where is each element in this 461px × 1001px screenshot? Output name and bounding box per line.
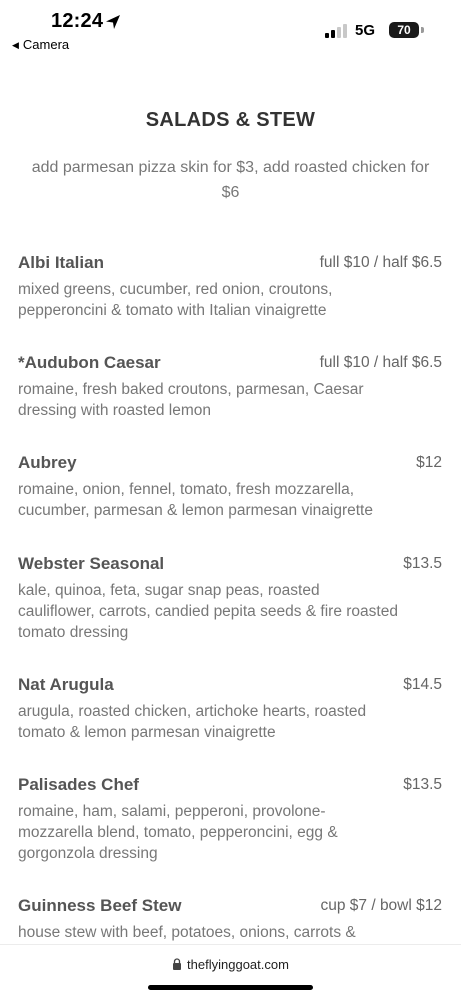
menu-item-description: mixed greens, cucumber, red onion, crout… bbox=[18, 281, 333, 319]
menu-item-price: $13.5 bbox=[403, 555, 442, 572]
home-indicator[interactable] bbox=[148, 985, 313, 990]
menu-item-price: full $10 / half $6.5 bbox=[319, 354, 442, 371]
menu-item-description: house stew with beef, potatoes, onions, … bbox=[18, 924, 356, 941]
location-arrow-icon bbox=[106, 15, 120, 29]
menu-item-name: *Audubon Caesar bbox=[18, 353, 161, 372]
battery-tip bbox=[421, 27, 424, 33]
back-triangle-icon: ◀ bbox=[12, 40, 19, 50]
menu-item-description: romaine, ham, salami, pepperoni, provolo… bbox=[18, 803, 338, 862]
network-type: 5G bbox=[355, 22, 376, 39]
section-title: SALADS & STEW bbox=[145, 109, 316, 131]
menu-item-name: Aubrey bbox=[18, 453, 77, 472]
menu-item-name: Palisades Chef bbox=[18, 775, 139, 794]
status-bar: 12:24 ◀ Camera 5G 70 bbox=[0, 0, 461, 56]
menu-item-description: arugula, roasted chicken, artichoke hear… bbox=[18, 703, 367, 741]
back-app-label: Camera bbox=[22, 37, 70, 52]
menu-item-price: $12 bbox=[416, 454, 442, 471]
menu-item-name: Nat Arugula bbox=[18, 675, 114, 694]
battery-level: 70 bbox=[397, 23, 411, 37]
menu-item-price: full $10 / half $6.5 bbox=[319, 254, 442, 271]
menu-item-description: romaine, onion, fennel, tomato, fresh mo… bbox=[18, 481, 373, 519]
clock-time: 12:24 bbox=[51, 10, 104, 32]
menu-item-name: Webster Seasonal bbox=[18, 554, 165, 573]
url-text: theflyinggoat.com bbox=[187, 957, 289, 972]
address-bar[interactable]: theflyinggoat.com bbox=[0, 957, 461, 972]
menu-item-description: kale, quinoa, feta, sugar snap peas, roa… bbox=[18, 582, 398, 641]
cellular-signal-icon bbox=[325, 24, 347, 38]
menu-item-price: $14.5 bbox=[403, 676, 442, 693]
battery-icon: 70 bbox=[389, 22, 419, 38]
menu-item-price: cup $7 / bowl $12 bbox=[320, 897, 442, 914]
lock-icon bbox=[173, 958, 182, 970]
browser-bottom-bar bbox=[0, 944, 461, 1001]
back-to-app-button[interactable]: ◀ Camera bbox=[12, 37, 69, 52]
menu-item-name: Guinness Beef Stew bbox=[18, 896, 182, 915]
section-note: add parmesan pizza skin for $3, add roas… bbox=[31, 159, 430, 201]
menu-item-description: romaine, fresh baked croutons, parmesan,… bbox=[18, 381, 364, 419]
menu-item-price: $13.5 bbox=[403, 776, 442, 793]
menu-item-name: Albi Italian bbox=[18, 253, 104, 272]
